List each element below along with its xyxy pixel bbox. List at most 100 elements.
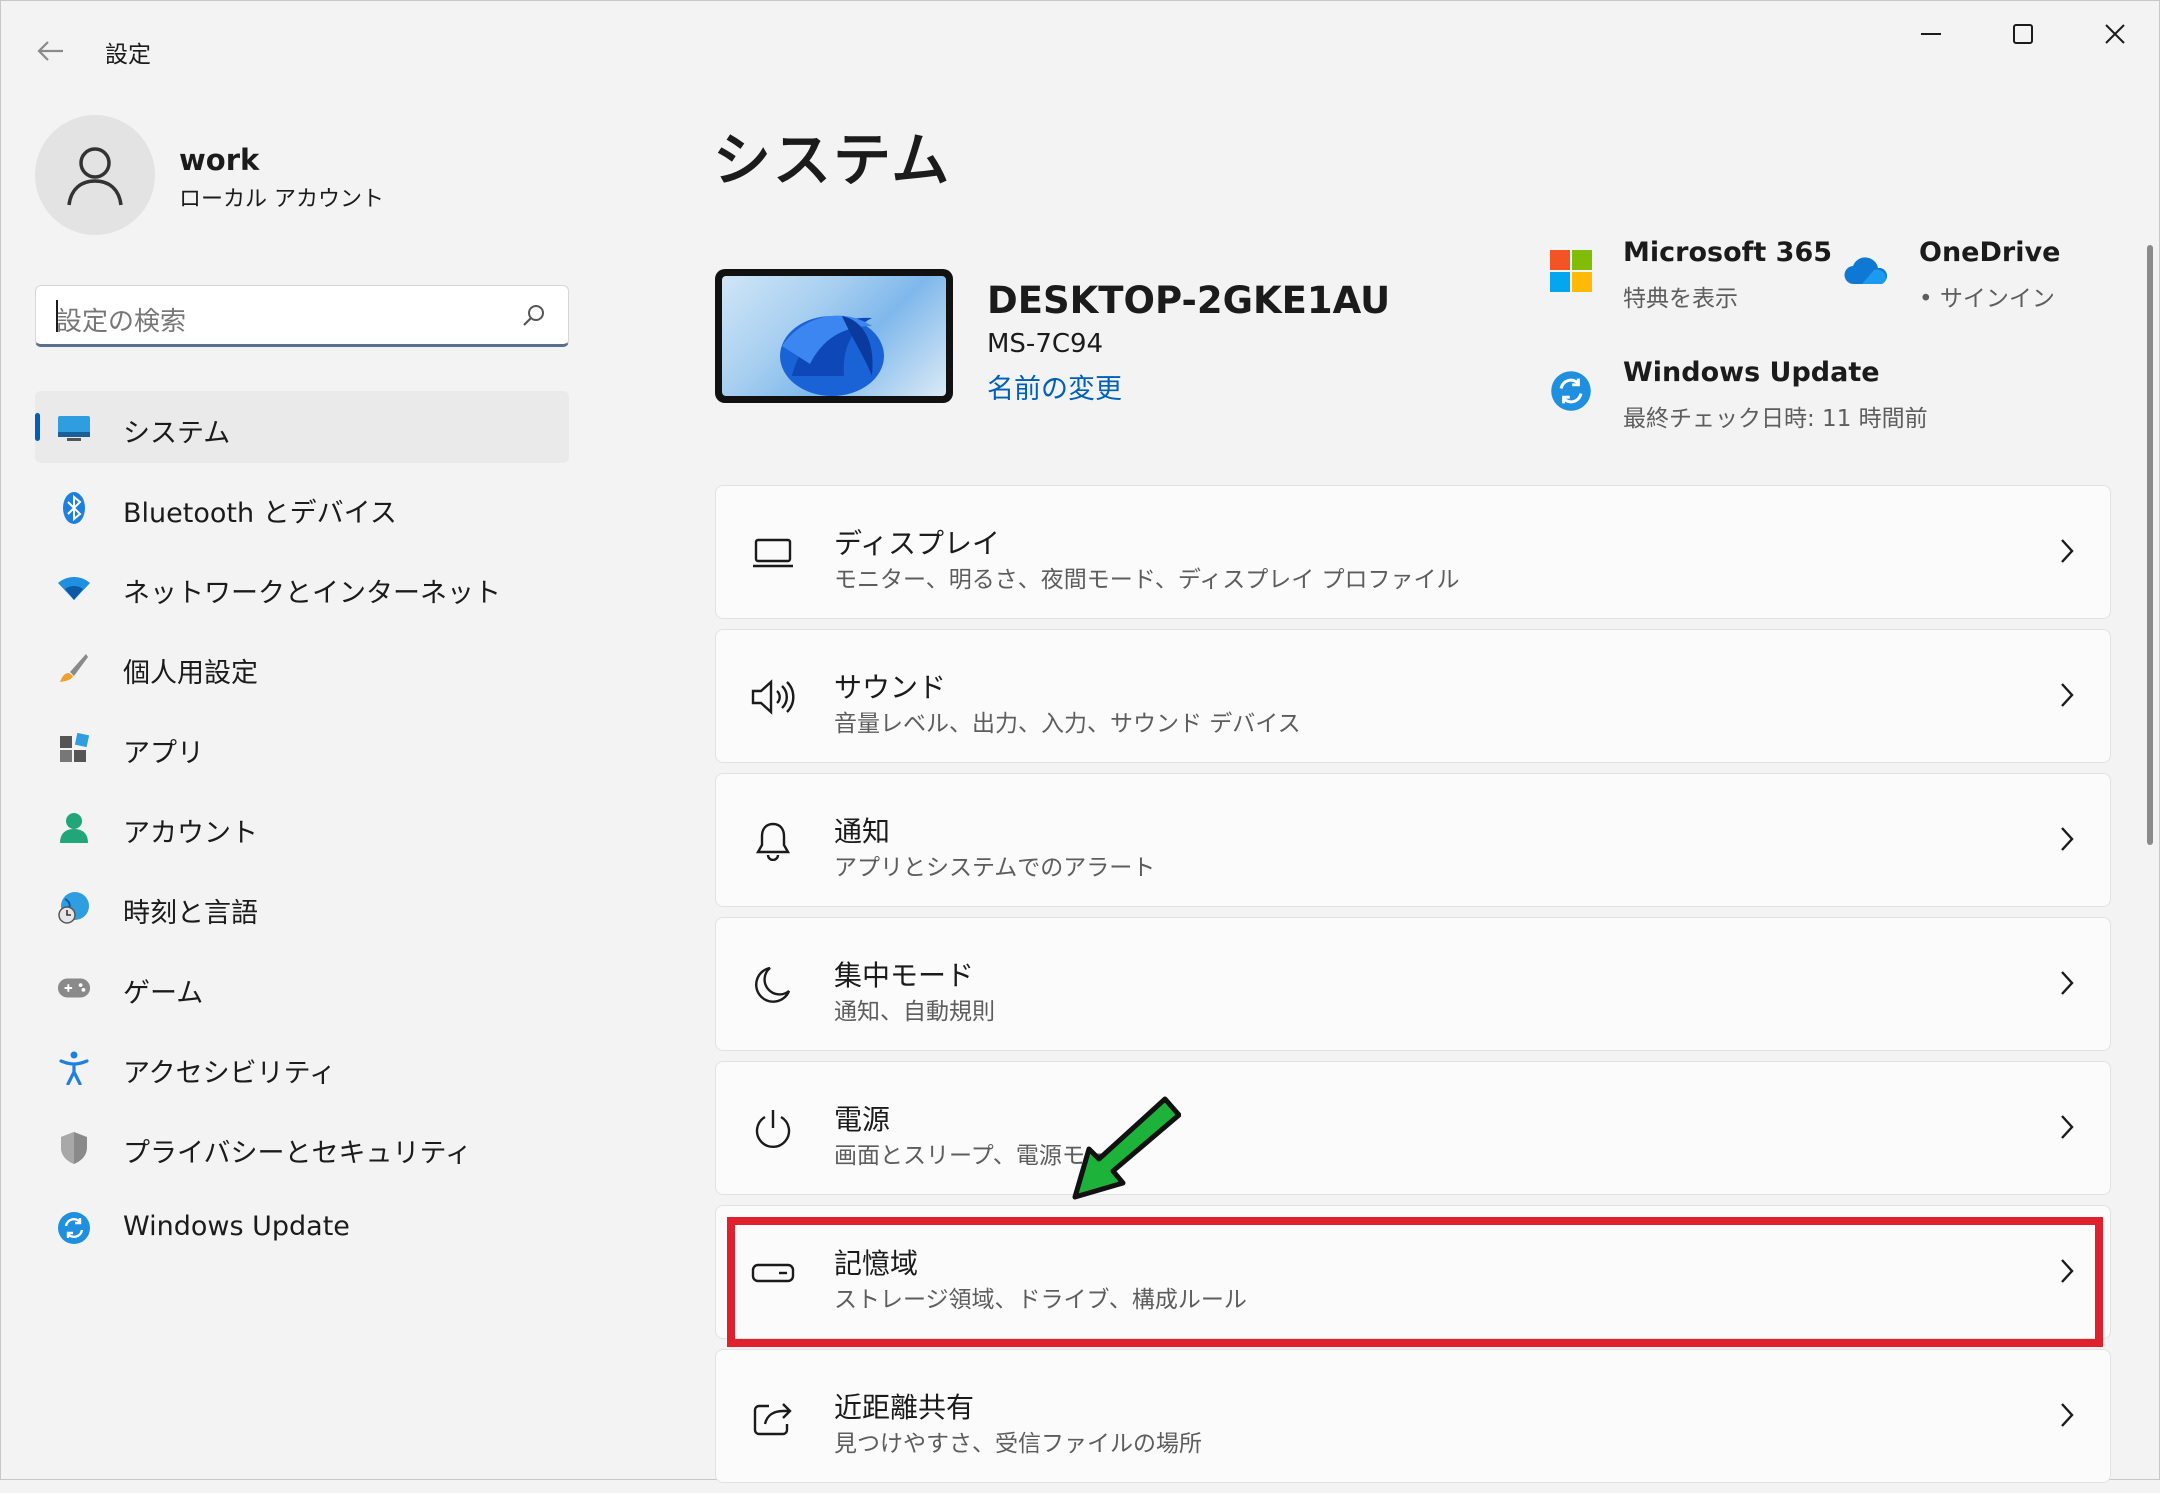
profile-name: work: [179, 143, 260, 177]
speaker-icon: [750, 674, 796, 720]
card-title: 集中モード: [834, 959, 975, 992]
search-placeholder: 設定の検索: [56, 307, 187, 337]
card-notifications[interactable]: 通知 アプリとシステムでのアラート: [715, 773, 2111, 907]
update-icon: [57, 1211, 91, 1245]
windows-update-subtitle: 最終チェック日時: 11 時間前: [1623, 406, 1928, 432]
microsoft365-subtitle: 特典を表示: [1623, 286, 1738, 312]
minimize-button[interactable]: [1885, 1, 1977, 67]
globe-clock-icon: [57, 891, 91, 925]
accessibility-icon: [57, 1051, 91, 1085]
sidebar-item-label: Windows Update: [123, 1211, 350, 1242]
text-caret: [56, 300, 58, 332]
minimize-icon: [1921, 33, 1941, 35]
share-icon: [750, 1394, 796, 1440]
sidebar-item-apps[interactable]: アプリ: [35, 711, 569, 783]
sidebar-item-label: アクセシビリティ: [123, 1058, 337, 1089]
sidebar-item-label: 時刻と言語: [123, 898, 258, 929]
settings-window: 設定 work ローカル アカウント 設定の検索 システム Bluetooth …: [0, 0, 2160, 1483]
chevron-right-icon: [2061, 539, 2074, 563]
person-outline-icon: [67, 147, 123, 206]
device-model: MS-7C94: [987, 329, 1104, 359]
search-input[interactable]: 設定の検索: [35, 285, 569, 347]
windows-bloom-icon: [780, 315, 884, 396]
maximize-button[interactable]: [1977, 1, 2069, 67]
sidebar-item-time-language[interactable]: 時刻と言語: [35, 871, 569, 943]
card-title: 通知: [834, 815, 891, 848]
card-title: ディスプレイ: [834, 527, 1001, 560]
card-subtitle: 見つけやすさ、受信ファイルの場所: [834, 1431, 1202, 1457]
card-subtitle: アプリとシステムでのアラート: [834, 855, 1156, 881]
sidebar-item-label: Bluetooth とデバイス: [123, 498, 397, 529]
update-icon: [1547, 367, 1595, 415]
sidebar-item-label: プライバシーとセキュリティ: [123, 1138, 472, 1169]
chevron-right-icon: [2061, 971, 2074, 995]
profile-account-type: ローカル アカウント: [179, 187, 384, 212]
sidebar-item-gaming[interactable]: ゲーム: [35, 951, 569, 1023]
app-title: 設定: [105, 42, 151, 68]
onedrive-cloud-icon: [1843, 247, 1891, 295]
rename-link[interactable]: 名前の変更: [987, 367, 1122, 406]
sidebar-nav: システム Bluetooth とデバイス ネットワークとインターネット 個人用設…: [35, 391, 569, 1271]
card-power[interactable]: 電源 画面とスリープ、電源モード: [715, 1061, 2111, 1195]
maximize-icon: [2013, 24, 2033, 44]
sidebar-item-label: システム: [123, 418, 231, 449]
settings-list: ディスプレイ モニター、明るさ、夜間モード、ディスプレイ プロファイル サウンド…: [715, 485, 2111, 1493]
sidebar-item-label: ネットワークとインターネット: [123, 578, 501, 609]
sidebar-item-accounts[interactable]: アカウント: [35, 791, 569, 863]
windows-update-title: Windows Update: [1623, 357, 1880, 388]
sidebar-item-system[interactable]: システム: [35, 391, 569, 463]
card-sound[interactable]: サウンド 音量レベル、出力、入力、サウンド デバイス: [715, 629, 2111, 763]
paintbrush-icon: [57, 651, 91, 685]
device-thumbnail: [715, 269, 953, 403]
chevron-right-icon: [2061, 683, 2074, 707]
close-button[interactable]: [2069, 1, 2160, 67]
display-icon: [750, 530, 796, 576]
search-icon: [523, 305, 544, 326]
card-display[interactable]: ディスプレイ モニター、明るさ、夜間モード、ディスプレイ プロファイル: [715, 485, 2111, 619]
pointer-arrow-icon: [1072, 1096, 1181, 1200]
avatar: [35, 115, 155, 235]
moon-icon: [750, 962, 796, 1008]
sidebar-item-personalization[interactable]: 個人用設定: [35, 631, 569, 703]
card-subtitle: 通知、自動規則: [834, 999, 995, 1025]
sidebar-item-label: ゲーム: [123, 978, 204, 1009]
sidebar-item-network[interactable]: ネットワークとインターネット: [35, 551, 569, 623]
page-title: システム: [713, 126, 952, 194]
card-nearby-sharing[interactable]: 近距離共有 見つけやすさ、受信ファイルの場所: [715, 1349, 2111, 1483]
sidebar-item-privacy[interactable]: プライバシーとセキュリティ: [35, 1111, 569, 1183]
power-icon: [750, 1106, 796, 1152]
chevron-right-icon: [2061, 827, 2074, 851]
device-name: DESKTOP-2GKE1AU: [987, 279, 1391, 322]
back-button[interactable]: [29, 29, 73, 73]
sidebar-item-accessibility[interactable]: アクセシビリティ: [35, 1031, 569, 1103]
card-title: 記憶域: [834, 1247, 919, 1280]
card-focus-assist[interactable]: 集中モード 通知、自動規則: [715, 917, 2111, 1051]
apps-icon: [57, 731, 91, 765]
bell-icon: [750, 818, 796, 864]
card-title: 近距離共有: [834, 1391, 975, 1424]
microsoft365-title: Microsoft 365: [1623, 237, 1833, 268]
close-icon: [2105, 24, 2125, 44]
person-icon: [57, 811, 91, 845]
sidebar-item-label: アカウント: [123, 818, 258, 849]
gamepad-icon: [57, 971, 91, 1005]
scrollbar[interactable]: [2147, 245, 2153, 845]
card-title: 電源: [834, 1103, 891, 1136]
chevron-right-icon: [2061, 1115, 2074, 1139]
card-subtitle: ストレージ領域、ドライブ、構成ルール: [834, 1287, 1247, 1313]
card-title: サウンド: [834, 671, 947, 704]
card-subtitle: 音量レベル、出力、入力、サウンド デバイス: [834, 711, 1301, 737]
sidebar-item-label: アプリ: [123, 738, 204, 769]
user-profile[interactable]: work ローカル アカウント: [35, 115, 595, 239]
wallpaper-preview: [722, 276, 946, 396]
card-subtitle: モニター、明るさ、夜間モード、ディスプレイ プロファイル: [834, 567, 1460, 593]
wifi-icon: [57, 571, 91, 605]
system-icon: [57, 411, 91, 445]
title-bar: 設定: [1, 1, 2160, 93]
onedrive-title: OneDrive: [1919, 237, 2061, 268]
shield-icon: [57, 1131, 91, 1165]
card-storage[interactable]: 記憶域 ストレージ領域、ドライブ、構成ルール: [715, 1205, 2111, 1339]
sidebar-item-windows-update[interactable]: Windows Update: [35, 1191, 569, 1263]
storage-icon: [750, 1250, 796, 1296]
sidebar-item-bluetooth[interactable]: Bluetooth とデバイス: [35, 471, 569, 543]
